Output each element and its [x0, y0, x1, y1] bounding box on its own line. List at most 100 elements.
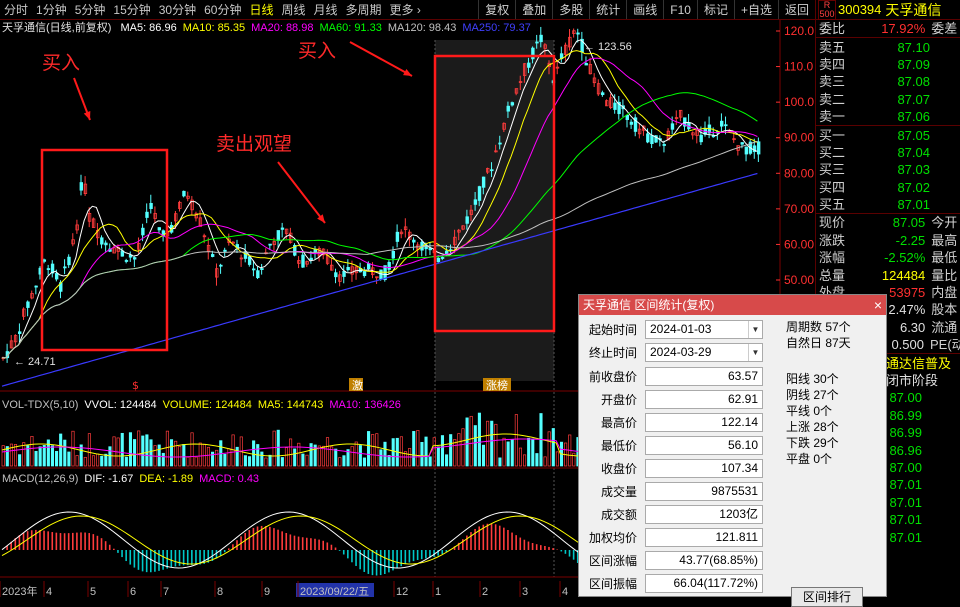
volume-bar	[276, 429, 280, 467]
volume-bar	[358, 445, 362, 467]
volume-bar	[280, 457, 284, 467]
volume-bar	[551, 428, 555, 467]
period-tab-5min[interactable]: 5分钟	[71, 0, 110, 19]
period-tab-weekly[interactable]: 周线	[277, 0, 309, 19]
candle-body	[539, 34, 543, 43]
candle-body	[252, 268, 256, 271]
candle-body	[670, 123, 675, 130]
bid-price: 87.02	[897, 179, 930, 195]
back-button[interactable]: 返回	[777, 0, 815, 19]
candle-body	[26, 301, 30, 308]
candle-body	[276, 230, 281, 241]
add-watchlist-button[interactable]: +自选	[733, 0, 778, 19]
volume-bar	[247, 456, 252, 467]
interval-stat-row: 前收盘价 63.57	[579, 365, 779, 387]
period-tab-60min[interactable]: 60分钟	[200, 0, 245, 19]
volume-bar	[272, 430, 276, 467]
volume-bar	[252, 440, 256, 467]
ma-legend-item: MA250: 79.37	[462, 22, 531, 34]
period-tab-monthly[interactable]: 月线	[310, 0, 342, 19]
interval-stat-row: 收盘价 107.34	[579, 457, 779, 479]
period-tab-1min[interactable]: 1分钟	[32, 0, 71, 19]
dropdown-arrow-icon[interactable]: ▼	[748, 320, 762, 338]
mark-button[interactable]: 标记	[696, 0, 734, 19]
start-time-row: 起始时间 2024-01-03 ▼	[579, 318, 779, 340]
stat-row: 涨幅 -2.52% 最低	[816, 249, 960, 266]
volume-bar	[194, 456, 198, 467]
volume-bar	[506, 441, 510, 467]
period-tab-15min[interactable]: 15分钟	[109, 0, 154, 19]
bid-label: 买四	[819, 179, 846, 195]
dialog-title-text: 天孚通信 区间统计(复权)	[583, 298, 715, 312]
f10-button[interactable]: F10	[663, 0, 697, 19]
ask-price: 87.10	[897, 39, 930, 55]
volume-bar	[543, 456, 547, 467]
start-time-select[interactable]: 2024-01-03 ▼	[645, 319, 763, 339]
overlay-button[interactable]: 叠加	[515, 0, 552, 19]
stat-row: 总量 124484 量比	[816, 266, 960, 283]
candle-body	[576, 32, 580, 35]
period-stats: 周期数 57个 自然日 87天	[786, 320, 851, 350]
interval-stat-row: 最低价 56.10	[579, 434, 779, 456]
stat-row: 涨跌 -2.25 最高	[816, 232, 960, 249]
candle-body	[366, 263, 371, 270]
interval-rank-button[interactable]: 区间排行	[791, 587, 863, 607]
dropdown-arrow-icon[interactable]: ▼	[748, 343, 762, 361]
volume-bar	[518, 447, 523, 467]
multi-stock-button[interactable]: 多股	[552, 0, 589, 19]
candle-body	[145, 211, 149, 218]
period-tab-more[interactable]: 更多 ›	[386, 0, 425, 19]
index-badge: R 500	[818, 0, 836, 20]
volume-bar	[547, 431, 551, 467]
stat-extra: 股本	[931, 302, 958, 318]
volume-bar	[387, 455, 391, 467]
fuquan-button[interactable]: 复权	[478, 0, 515, 19]
webi-extra: 委差	[931, 21, 958, 37]
volume-bar	[510, 439, 514, 467]
candle-body	[600, 92, 605, 96]
candle-body	[309, 257, 313, 261]
candle-body	[63, 266, 67, 269]
statistics-button[interactable]: 统计	[589, 0, 626, 19]
candle-body	[247, 256, 252, 265]
end-time-select[interactable]: 2024-03-29 ▼	[645, 342, 763, 362]
price-axis-label: 110.0	[784, 60, 813, 74]
volume-bar	[87, 433, 91, 467]
candle-body	[740, 142, 744, 145]
volume-bar	[555, 451, 559, 467]
candle-body	[510, 102, 515, 106]
volume-bar	[293, 448, 297, 467]
buy-arrow-2	[349, 41, 413, 77]
period-toolbar: 分时 1分钟 5分钟 15分钟 30分钟 60分钟 日线 周线 月线 多周期 更…	[0, 0, 815, 20]
stat-extra: 今开	[931, 215, 958, 231]
period-tab-fenshi[interactable]: 分时	[0, 0, 32, 19]
candle-body	[711, 135, 716, 138]
candle-body	[182, 190, 186, 197]
interval-stat-value: 122.14	[645, 412, 763, 432]
volume-bar	[38, 446, 42, 467]
volume-bar	[428, 456, 432, 467]
interval-stat-label: 区间涨幅	[588, 553, 637, 568]
period-tab-multi[interactable]: 多周期	[342, 0, 386, 19]
close-icon[interactable]: ×	[874, 295, 882, 315]
draw-line-button[interactable]: 画线	[626, 0, 663, 19]
candle-body	[260, 268, 264, 270]
volume-bar	[120, 432, 124, 467]
volume-bar	[453, 439, 457, 467]
interval-stat-value: 107.34	[645, 458, 763, 478]
period-tab-30min[interactable]: 30分钟	[155, 0, 200, 19]
high-price-label: ← 123.56	[584, 41, 632, 53]
bid-label: 买五	[819, 197, 846, 213]
candle-body	[223, 249, 227, 252]
period-tab-daily[interactable]: 日线	[245, 0, 277, 19]
stat-extra: PE(动)	[930, 337, 960, 353]
dialog-title: 天孚通信 区间统计(复权) ×	[579, 295, 886, 315]
candle-body	[535, 41, 539, 44]
price-axis-label: 90.00	[784, 131, 814, 145]
date-axis-label: 2023年	[2, 584, 37, 597]
candle-body	[699, 134, 703, 143]
event-marker: $	[132, 379, 139, 392]
date-axis-label: 7	[163, 586, 169, 597]
candle-body	[280, 227, 285, 230]
candle-body	[629, 121, 634, 125]
